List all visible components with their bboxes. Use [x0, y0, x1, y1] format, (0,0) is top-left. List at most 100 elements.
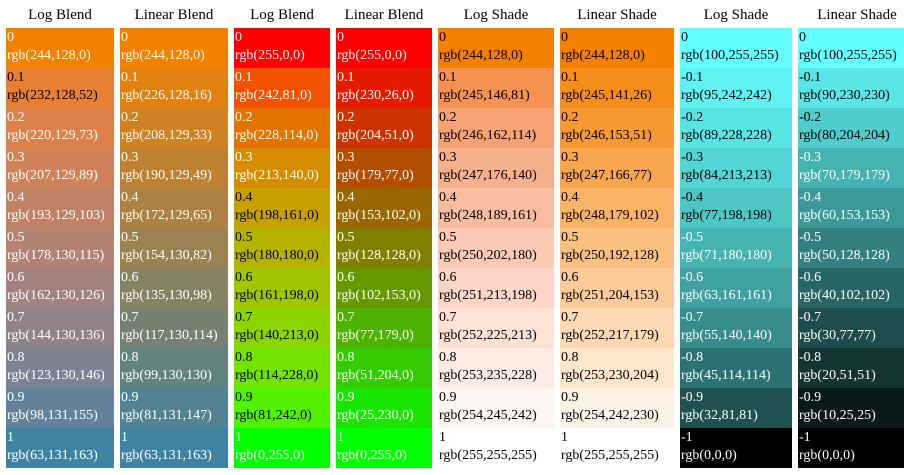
color-swatch: -0.9 rgb(10,25,25) [798, 388, 904, 428]
swatch-step: 0.1 [235, 70, 253, 85]
swatch-rgb-label: rgb(247,166,77) [561, 168, 652, 183]
swatch-step: 0.2 [337, 110, 355, 125]
swatch-step: -0.2 [681, 110, 704, 125]
swatch-step: -0.3 [681, 150, 704, 165]
swatch-rgb-label: rgb(228,114,0) [235, 128, 319, 143]
swatch-rgb-label: rgb(0,0,0) [799, 448, 855, 463]
swatch-rgb-label: rgb(60,153,153) [799, 208, 890, 223]
swatch-step: 1 [439, 430, 446, 445]
swatch-step: 1 [561, 430, 568, 445]
color-swatch: 1 rgb(255,255,255) [438, 428, 554, 468]
color-swatch: -0.2 rgb(80,204,204) [798, 108, 904, 148]
swatch-rgb-label: rgb(71,180,180) [681, 248, 772, 263]
swatch-step: 0.9 [235, 390, 253, 405]
swatch-step: 0.8 [439, 350, 457, 365]
column-header: Linear Blend [344, 7, 424, 23]
swatch-column: Linear Shade 0 rgb(100,255,255) -0.1 rgb(90,… [798, 0, 904, 468]
color-swatch: 0.2 rgb(246,153,51) [560, 108, 674, 148]
color-swatch: 0 rgb(100,255,255) [798, 28, 904, 68]
swatch-rgb-label: rgb(123,130,146) [7, 368, 105, 383]
swatch-rgb-label: rgb(251,213,198) [439, 288, 537, 303]
swatch-rgb-label: rgb(247,176,140) [439, 168, 537, 183]
swatch-rgb-label: rgb(198,161,0) [235, 208, 319, 223]
color-swatch: 1 rgb(63,131,163) [6, 428, 114, 468]
swatch-step: 1 [337, 430, 344, 445]
swatch-step: -0.3 [799, 150, 822, 165]
swatch-rgb-label: rgb(253,235,228) [439, 368, 537, 383]
swatch-rgb-label: rgb(102,153,0) [337, 288, 421, 303]
swatch-rgb-label: rgb(254,242,230) [561, 408, 659, 423]
swatch-rgb-label: rgb(255,0,0) [235, 48, 305, 63]
swatch-step: 0.8 [235, 350, 253, 365]
swatch-step: 0.2 [7, 110, 25, 125]
color-swatch: 0 rgb(244,128,0) [438, 28, 554, 68]
swatch-rgb-label: rgb(25,230,0) [337, 408, 414, 423]
swatch-rgb-label: rgb(162,130,126) [7, 288, 105, 303]
color-swatch: 0 rgb(244,128,0) [6, 28, 114, 68]
color-swatch: -0.7 rgb(55,140,140) [680, 308, 792, 348]
color-swatch: 1 rgb(0,255,0) [336, 428, 432, 468]
swatch-rgb-label: rgb(89,228,228) [681, 128, 772, 143]
color-swatch: 0.1 rgb(230,26,0) [336, 68, 432, 108]
color-swatch: 0 rgb(244,128,0) [120, 28, 228, 68]
color-swatch: 0.2 rgb(228,114,0) [234, 108, 330, 148]
swatch-rgb-label: rgb(63,131,163) [121, 448, 212, 463]
color-swatch: 0.4 rgb(172,129,65) [120, 188, 228, 228]
swatch-rgb-label: rgb(190,129,49) [121, 168, 212, 183]
color-swatch: 0.7 rgb(144,130,136) [6, 308, 114, 348]
swatch-step: 0.6 [7, 270, 25, 285]
color-swatch: -0.1 rgb(95,242,242) [680, 68, 792, 108]
swatch-step: 0.5 [561, 230, 579, 245]
swatch-step: 0.1 [121, 70, 139, 85]
swatch-rgb-label: rgb(255,0,0) [337, 48, 407, 63]
swatch-rgb-label: rgb(204,51,0) [337, 128, 414, 143]
color-swatch: -0.3 rgb(84,213,213) [680, 148, 792, 188]
swatch-rgb-label: rgb(213,140,0) [235, 168, 319, 183]
color-swatch: 0.6 rgb(161,198,0) [234, 268, 330, 308]
swatch-step: 0.3 [337, 150, 355, 165]
color-swatch: 0.1 rgb(242,81,0) [234, 68, 330, 108]
swatch-rgb-label: rgb(180,180,0) [235, 248, 319, 263]
swatch-rgb-label: rgb(232,128,52) [7, 88, 98, 103]
swatch-step: 0 [439, 30, 446, 45]
swatch-step: 0.1 [439, 70, 457, 85]
swatch-step: 0 [561, 30, 568, 45]
swatch-rgb-label: rgb(244,128,0) [561, 48, 645, 63]
swatch-rgb-label: rgb(128,128,0) [337, 248, 421, 263]
color-swatch: 0.7 rgb(252,225,213) [438, 308, 554, 348]
column-header: Log Shade [463, 7, 529, 23]
swatch-rgb-label: rgb(51,204,0) [337, 368, 414, 383]
swatch-rgb-label: rgb(250,192,128) [561, 248, 659, 263]
swatch-step: 0.3 [121, 150, 139, 165]
column-header: Linear Shade [817, 7, 897, 23]
swatch-step: 0.1 [337, 70, 355, 85]
color-swatch: -0.8 rgb(20,51,51) [798, 348, 904, 388]
swatch-rgb-label: rgb(207,129,89) [7, 168, 98, 183]
swatch-rgb-label: rgb(230,26,0) [337, 88, 414, 103]
swatch-step: 0.9 [7, 390, 25, 405]
color-swatch: -1 rgb(0,0,0) [680, 428, 792, 468]
color-swatch: -0.1 rgb(90,230,230) [798, 68, 904, 108]
swatch-rgb-label: rgb(100,255,255) [681, 48, 779, 63]
swatch-rgb-label: rgb(32,81,81) [681, 408, 758, 423]
swatch-step: 1 [7, 430, 14, 445]
swatch-step: 0.4 [235, 190, 253, 205]
color-swatch: 0.8 rgb(123,130,146) [6, 348, 114, 388]
color-swatch-grid: Log Blend 0 rgb(244,128,0) 0.1 rgb(232,128,5… [6, 0, 904, 468]
swatch-step: 0.5 [235, 230, 253, 245]
swatch-rgb-label: rgb(95,242,242) [681, 88, 772, 103]
color-swatch: 0 rgb(244,128,0) [560, 28, 674, 68]
color-swatch: 0.3 rgb(179,77,0) [336, 148, 432, 188]
swatch-rgb-label: rgb(193,129,103) [7, 208, 105, 223]
swatch-rgb-label: rgb(154,130,82) [121, 248, 212, 263]
swatch-rgb-label: rgb(63,161,161) [681, 288, 772, 303]
color-swatch: 0.8 rgb(114,228,0) [234, 348, 330, 388]
color-swatch: 0.6 rgb(162,130,126) [6, 268, 114, 308]
swatch-step: 1 [235, 430, 242, 445]
swatch-step: -1 [799, 430, 811, 445]
swatch-step: -0.1 [799, 70, 822, 85]
swatch-rgb-label: rgb(100,255,255) [799, 48, 897, 63]
color-swatch: 0.3 rgb(247,166,77) [560, 148, 674, 188]
color-swatch: -0.6 rgb(63,161,161) [680, 268, 792, 308]
swatch-step: 0.3 [439, 150, 457, 165]
